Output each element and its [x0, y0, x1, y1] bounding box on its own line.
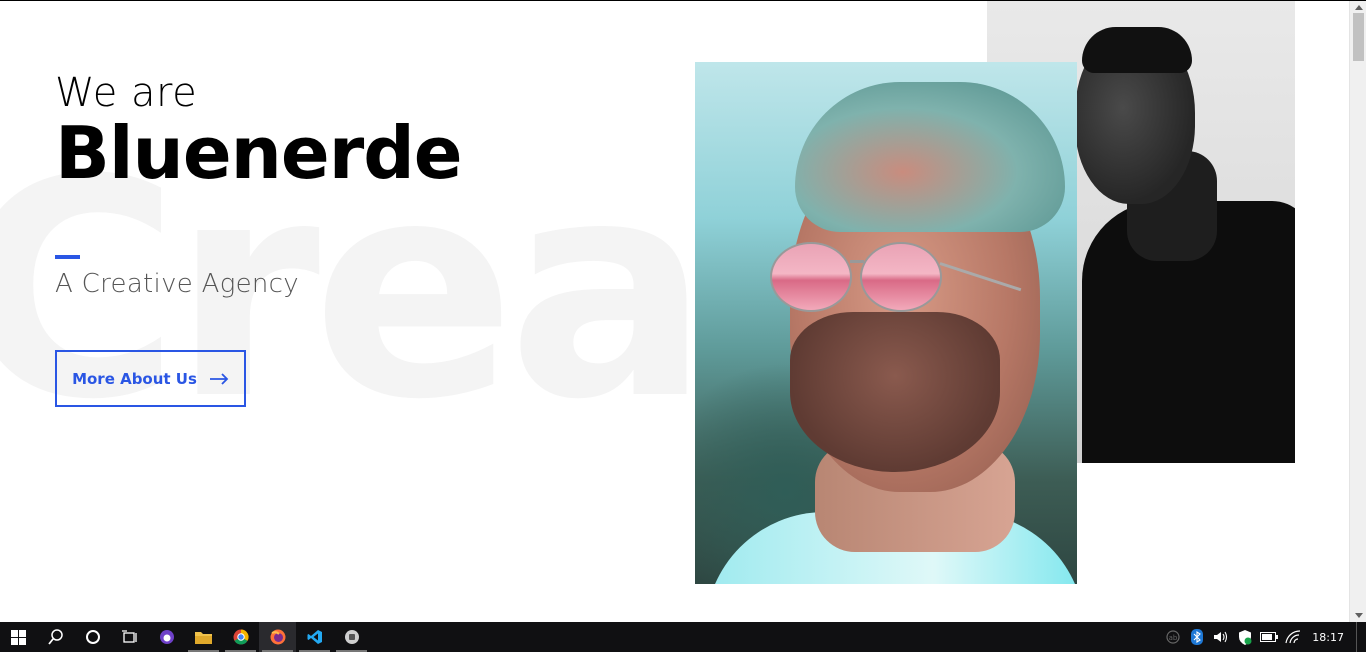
app-icon[interactable]: [333, 622, 370, 652]
show-desktop-button[interactable]: [1356, 622, 1360, 652]
more-about-us-label: More About Us: [72, 369, 197, 388]
photo-bw-hair: [1082, 27, 1192, 73]
web-page: Creat We are Bluenerde A Creative Agency…: [0, 1, 1349, 622]
vertical-scrollbar[interactable]: [1349, 1, 1366, 622]
photo-beard: [790, 312, 1000, 472]
hero-heading: We are Bluenerde: [55, 70, 463, 195]
sunglasses-lens-right: [860, 242, 942, 312]
accent-divider: [55, 255, 80, 259]
scroll-up-icon[interactable]: [1350, 1, 1366, 13]
battery-icon[interactable]: [1260, 622, 1279, 652]
cortana-icon[interactable]: [74, 622, 111, 652]
bluetooth-icon[interactable]: [1188, 622, 1206, 652]
hero-pre-title: We are: [55, 70, 198, 116]
firefox-icon[interactable]: [259, 622, 296, 652]
chrome-icon[interactable]: [222, 622, 259, 652]
photo-hair: [795, 82, 1065, 232]
security-shield-icon[interactable]: [1236, 622, 1254, 652]
hero-subtitle: A Creative Agency: [55, 269, 299, 299]
svg-text:ab: ab: [1169, 634, 1178, 642]
arrow-right-icon: [209, 372, 229, 385]
sunglasses-bridge: [850, 260, 864, 263]
wifi-icon[interactable]: [1284, 622, 1302, 652]
system-tray: ab 18:17: [1164, 622, 1360, 652]
volume-icon[interactable]: [1212, 622, 1230, 652]
scroll-down-icon[interactable]: [1350, 608, 1366, 622]
github-desktop-icon[interactable]: [148, 622, 185, 652]
file-explorer-icon[interactable]: [185, 622, 222, 652]
more-about-us-button[interactable]: More About Us: [55, 350, 246, 407]
hero-title: Bluenerde: [55, 111, 463, 195]
network-status-icon[interactable]: ab: [1164, 622, 1182, 652]
windows-start-icon[interactable]: [0, 622, 37, 652]
sunglasses-lens-left: [770, 242, 852, 312]
portrait-photo-sunglasses: [695, 62, 1077, 584]
vscode-icon[interactable]: [296, 622, 333, 652]
windows-taskbar: ab 18:17: [0, 622, 1366, 652]
task-view-icon[interactable]: [111, 622, 148, 652]
scrollbar-thumb[interactable]: [1353, 13, 1364, 61]
taskbar-clock[interactable]: 18:17: [1312, 631, 1344, 644]
search-icon[interactable]: [37, 622, 74, 652]
